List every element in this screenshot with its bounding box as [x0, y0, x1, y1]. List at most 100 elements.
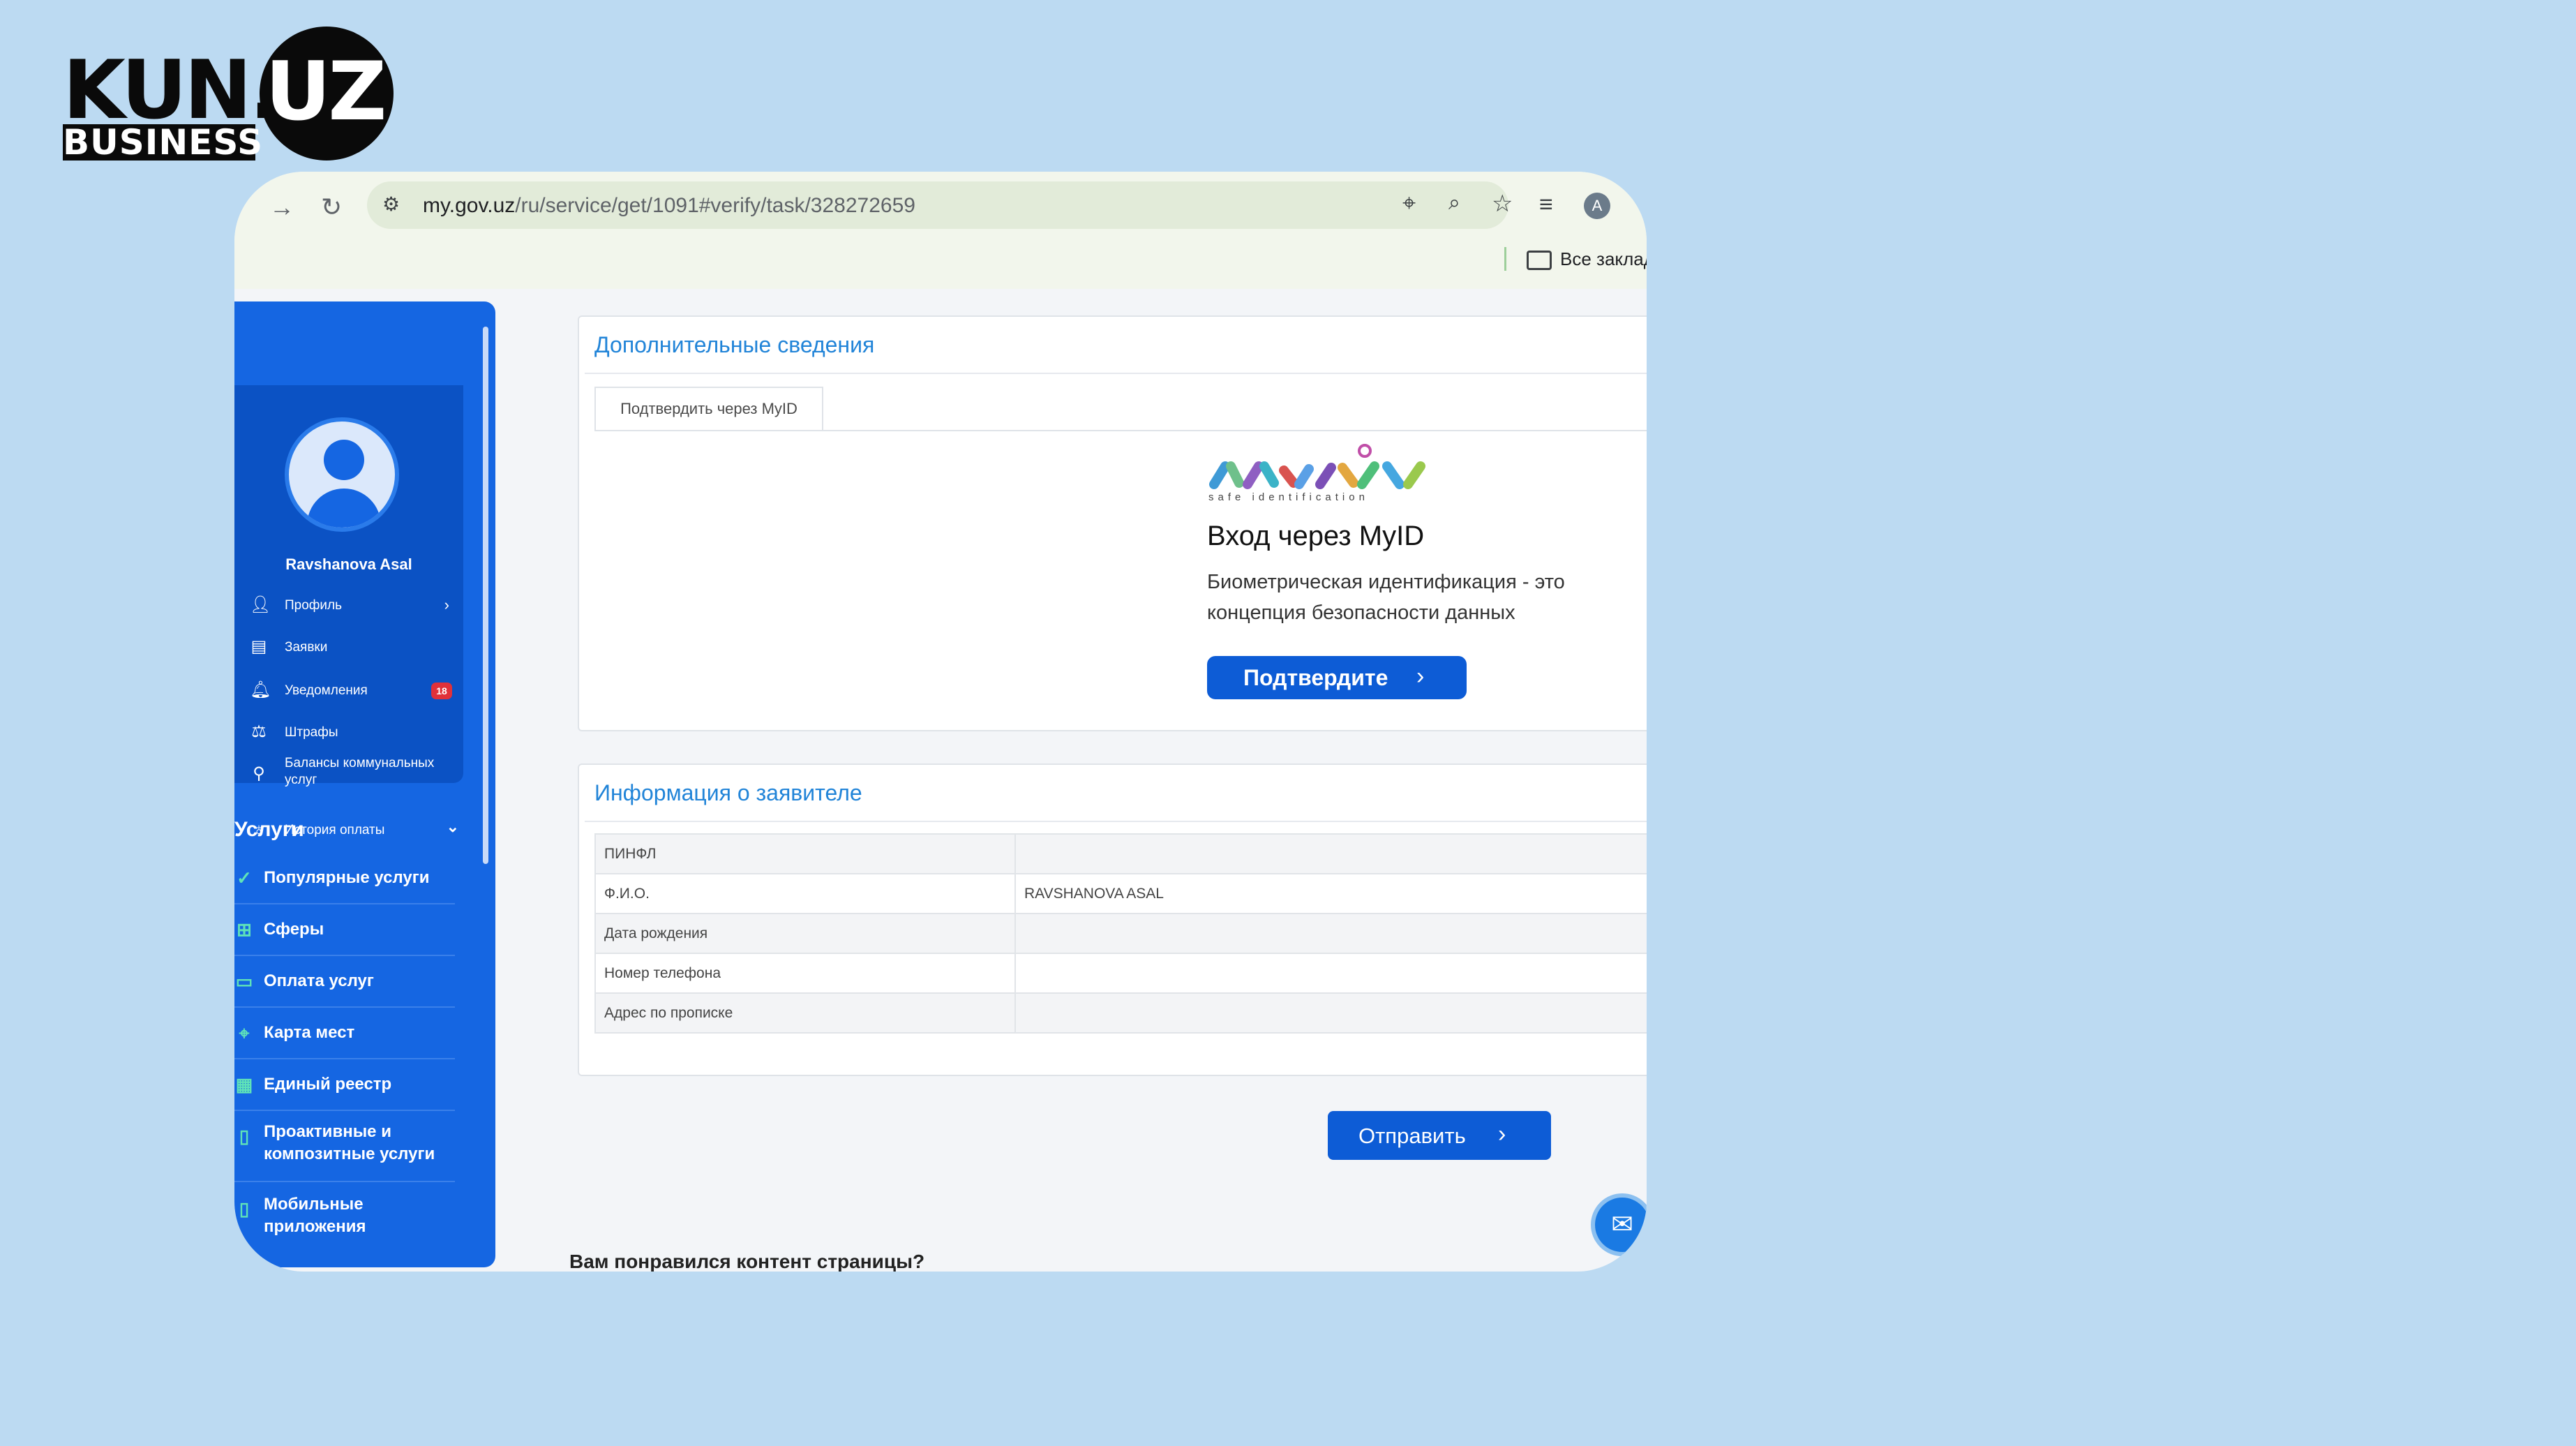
service-places-map[interactable]: ⌖ Карта мест	[234, 1008, 455, 1059]
services-section-header[interactable]: Услуги ⌄	[234, 818, 463, 842]
table-row: Адрес по прописке	[594, 992, 1647, 1034]
services-title: Услуги	[234, 818, 304, 841]
service-mobile-apps[interactable]: ▯ Мобильные приложения	[234, 1184, 455, 1260]
user-avatar[interactable]	[285, 417, 399, 532]
person-icon: 👤︎	[250, 595, 271, 614]
chevron-right-icon: ›	[444, 596, 449, 613]
myid-description-line: концепция безопасности данных	[1207, 602, 1515, 624]
tab-underline	[594, 430, 1647, 431]
map-pin-icon: ⌖	[239, 1022, 250, 1043]
utilities-icon: ⚲	[253, 764, 265, 783]
myid-description-line: Биометрическая идентификация - это	[1207, 571, 1565, 593]
badge-check-icon: ✓	[237, 867, 252, 888]
chat-support-button[interactable]: ✉	[1591, 1193, 1647, 1256]
table-key: Адрес по прописке	[594, 992, 1016, 1034]
menu-label: Балансы коммунальных услуг	[285, 756, 435, 787]
browser-window: → ↻ ⚙ my.gov.uz/ru/service/get/1091#veri…	[234, 172, 1647, 1272]
menu-item-requests[interactable]: ▤ Заявки	[250, 635, 456, 663]
service-label: Мобильные приложения	[264, 1195, 366, 1236]
star-icon[interactable]: ☆	[1492, 190, 1513, 218]
folder-icon	[1527, 251, 1552, 271]
applicant-info-table: ПИНФЛ Ф.И.О. RAVSHANOVA ASAL Дата рожден…	[594, 833, 1647, 1034]
kun-uz-business-logo: KUN. UZ BUSINESS	[63, 27, 398, 166]
zoom-icon[interactable]: ⌕	[1448, 191, 1460, 215]
address-bar[interactable]: ⚙ my.gov.uz/ru/service/get/1091#verify/t…	[367, 181, 1513, 229]
table-value	[1014, 953, 1647, 994]
table-value	[1014, 913, 1647, 954]
menu-label: Заявки	[285, 640, 328, 655]
table-value	[1014, 992, 1647, 1034]
profile-card: Ravshanova Asal 👤︎ Профиль › ▤ Заявки 🔔︎…	[234, 385, 463, 839]
tab-confirm-myid[interactable]: Подтвердить через MyID	[594, 387, 823, 430]
phone-icon: ▯	[239, 1198, 250, 1219]
chevron-right-icon: ›	[1498, 1121, 1506, 1147]
file-icon: ▯	[239, 1126, 250, 1147]
bookmarks-divider	[1504, 247, 1506, 271]
submit-button-label: Отправить	[1358, 1124, 1466, 1148]
url-path: /ru/service/get/1091#verify/task/3282726…	[515, 194, 915, 217]
sidebar: Ravshanova Asal 👤︎ Профиль › ▤ Заявки 🔔︎…	[234, 301, 495, 1267]
bell-icon: 🔔︎	[250, 680, 271, 699]
sidebar-scrollbar[interactable]	[483, 327, 488, 864]
registry-icon: ▦	[235, 1074, 253, 1095]
menu-item-utility-balances[interactable]: ⚲ Балансы коммунальных услуг	[250, 755, 456, 797]
notification-count-badge: 18	[431, 683, 452, 699]
logo-kun-text: KUN.	[63, 43, 280, 137]
forward-icon[interactable]: →	[269, 193, 294, 222]
grid-icon: ⊞	[237, 919, 252, 940]
table-key: Ф.И.О.	[594, 873, 1016, 914]
card-divider	[585, 373, 1647, 374]
service-label: Единый реестр	[264, 1075, 392, 1094]
bookmarks-label: Все заклад	[1560, 248, 1647, 269]
table-value	[1014, 833, 1647, 874]
all-bookmarks[interactable]: Все заклад	[1527, 248, 1647, 271]
logo-business-text: BUSINESS	[63, 122, 264, 163]
card-divider	[585, 821, 1647, 822]
media-control-icon[interactable]: ≡	[1539, 191, 1553, 218]
browser-profile-avatar[interactable]: A	[1584, 193, 1610, 219]
site-settings-icon[interactable]: ⚙	[382, 193, 400, 216]
avatar-head	[324, 440, 364, 480]
table-key: ПИНФЛ	[594, 833, 1016, 874]
service-popular[interactable]: ✓ Популярные услуги	[234, 853, 455, 904]
applicant-info-card: Информация о заявителе ПИНФЛ Ф.И.О. RAVS…	[578, 763, 1647, 1076]
table-key: Дата рождения	[594, 913, 1016, 954]
browser-toolbar: → ↻ ⚙ my.gov.uz/ru/service/get/1091#veri…	[234, 172, 1647, 289]
myid-description: Биометрическая идентификация - это конце…	[1207, 567, 1640, 628]
chevron-down-icon: ⌄	[446, 818, 459, 835]
confirm-button-label: Подтвердите	[1243, 665, 1388, 690]
table-row: Ф.И.О. RAVSHANOVA ASAL	[594, 873, 1647, 914]
confirm-myid-button[interactable]: Подтвердите ›	[1207, 656, 1467, 699]
document-list-icon: ▤	[250, 637, 267, 656]
service-label: Карта мест	[264, 1023, 355, 1042]
menu-label: Уведомления	[285, 683, 368, 698]
card-icon: ▭	[235, 971, 253, 992]
myid-login-title: Вход через MyID	[1207, 521, 1425, 551]
chat-icon: ✉	[1611, 1210, 1633, 1239]
url-domain: my.gov.uz	[423, 194, 516, 217]
additional-info-title: Дополнительные сведения	[594, 332, 875, 357]
menu-item-profile[interactable]: 👤︎ Профиль ›	[250, 593, 456, 621]
service-spheres[interactable]: ⊞ Сферы	[234, 904, 455, 956]
menu-item-fines[interactable]: ⚖ Штрафы	[250, 720, 456, 748]
service-label: Оплата услуг	[264, 971, 374, 990]
service-label: Сферы	[264, 920, 324, 939]
table-row: Дата рождения	[594, 913, 1647, 954]
service-label: Проактивные и композитные услуги	[264, 1122, 435, 1163]
submit-button[interactable]: Отправить ›	[1328, 1111, 1551, 1160]
myid-subtitle: safe identification	[1208, 491, 1369, 503]
table-value: RAVSHANOVA ASAL	[1014, 873, 1647, 914]
fines-icon: ⚖	[251, 722, 267, 741]
menu-item-notifications[interactable]: 🔔︎ Уведомления 18	[250, 678, 456, 706]
location-pin-icon[interactable]: ⌖	[1402, 190, 1416, 217]
menu-label: Профиль	[285, 598, 343, 613]
service-unified-registry[interactable]: ▦ Единый реестр	[234, 1059, 455, 1111]
menu-label: Штрафы	[285, 725, 338, 740]
service-proactive[interactable]: ▯ Проактивные и композитные услуги	[234, 1111, 455, 1182]
avatar-body	[307, 489, 381, 528]
additional-info-card: Дополнительные сведения Подтвердить чере…	[578, 315, 1647, 731]
address-url[interactable]: my.gov.uz/ru/service/get/1091#verify/tas…	[423, 194, 915, 218]
service-payment[interactable]: ▭ Оплата услуг	[234, 956, 455, 1008]
reload-icon[interactable]: ↻	[321, 193, 342, 222]
feedback-question: Вам понравился контент страницы?	[569, 1251, 925, 1272]
